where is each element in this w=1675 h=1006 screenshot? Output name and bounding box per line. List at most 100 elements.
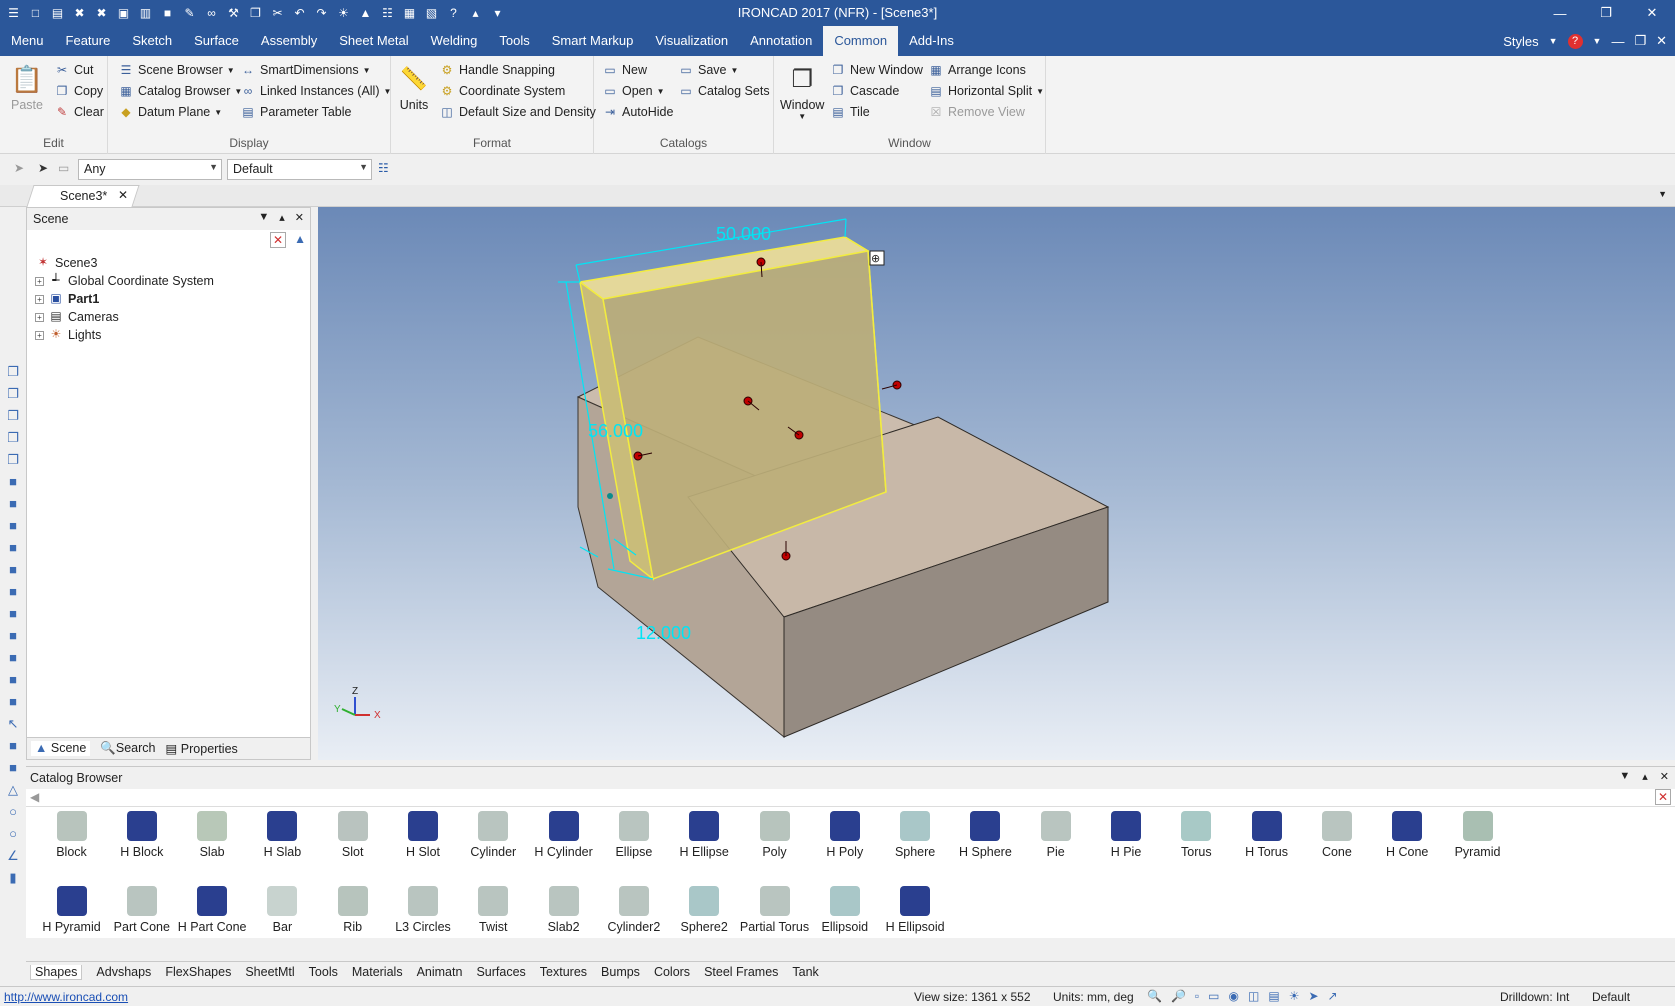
catalog-item[interactable]: H Ellipsoid (878, 886, 953, 934)
catalog-item[interactable]: Part Cone (104, 886, 179, 934)
catalog-item[interactable]: Pie (1018, 811, 1093, 859)
catalog-tab-animatn[interactable]: Animatn (417, 965, 463, 980)
default-select[interactable]: Default (1592, 990, 1630, 1004)
catalog-tab-textures[interactable]: Textures (540, 965, 587, 980)
close-tab-icon[interactable]: ✕ (118, 188, 128, 202)
coordinate-system-button[interactable]: ⚙ Coordinate System (439, 81, 566, 101)
tile-button[interactable]: ▤ Tile (830, 102, 869, 122)
minimize-icon[interactable]: — (1537, 0, 1583, 26)
catalog-item[interactable]: Partial Torus (737, 886, 812, 934)
left-tool-icon[interactable]: ■ (4, 474, 22, 492)
catalog-item[interactable]: Rib (315, 886, 390, 934)
tab-search[interactable]: 🔍Search (100, 741, 155, 756)
panel-menu-icon[interactable]: ▼ (258, 211, 269, 224)
catalog-tab-sheetmtl[interactable]: SheetMtl (245, 965, 294, 980)
arrange-icons-button[interactable]: ▦ Arrange Icons (928, 60, 1026, 80)
back-arrow-icon[interactable]: ◀ (30, 790, 39, 804)
pin-icon[interactable]: ▴ (279, 211, 285, 224)
parameter-table-button[interactable]: ▤ Parameter Table (240, 102, 351, 122)
left-tool-icon[interactable]: ■ (4, 672, 22, 690)
tree-node[interactable]: ✶ Scene3 (35, 254, 310, 272)
tab-add-ins[interactable]: Add-Ins (898, 26, 965, 56)
ironcad-link[interactable]: http://www.ironcad.com (4, 990, 128, 1004)
catalog-tab-surfaces[interactable]: Surfaces (476, 965, 525, 980)
style-select[interactable]: Default ▼ (227, 159, 372, 180)
left-tool-icon[interactable]: ○ (4, 826, 22, 844)
tab-welding[interactable]: Welding (420, 26, 489, 56)
catalog-item[interactable]: H Cone (1370, 811, 1445, 859)
tree-node[interactable]: + ▤ Cameras (35, 308, 310, 326)
catalog-item[interactable]: H Sphere (948, 811, 1023, 859)
cascade-button[interactable]: ❐ Cascade (830, 81, 900, 101)
scene-model-svg[interactable]: 50.000 56.000 12.000 ⊕ Z X Y (318, 207, 1675, 760)
catalog-item[interactable]: Cone (1299, 811, 1374, 859)
left-tool-icon[interactable]: ■ (4, 694, 22, 712)
dimension-depth[interactable]: 12.000 (636, 623, 691, 643)
catalog-item[interactable]: H Pie (1089, 811, 1164, 859)
catalog-item[interactable]: Block (34, 811, 109, 859)
minimize-doc-icon[interactable]: — (1611, 34, 1624, 49)
catalog-item[interactable]: Sphere (878, 811, 953, 859)
catalog-item[interactable]: L3 Circles (386, 886, 461, 934)
select-faces-icon[interactable]: ▭ (58, 161, 69, 175)
catalog-item[interactable]: Torus (1159, 811, 1234, 859)
catalog-item[interactable]: Twist (456, 886, 531, 934)
left-tool-icon[interactable]: ■ (4, 628, 22, 646)
smart-dimensions-button[interactable]: ↔ SmartDimensions ▼ (240, 60, 371, 80)
left-tool-icon[interactable]: ■ (4, 496, 22, 514)
catalog-item[interactable]: H Ellipse (667, 811, 742, 859)
tree-node[interactable]: + ▣ Part1 (35, 290, 310, 308)
catalog-item[interactable]: H Slot (386, 811, 461, 859)
tab-sketch[interactable]: Sketch (121, 26, 183, 56)
units-button[interactable]: 📏 Units (397, 60, 431, 112)
left-tool-icon[interactable]: ■ (4, 606, 22, 624)
tab-surface[interactable]: Surface (183, 26, 250, 56)
tab-smart-markup[interactable]: Smart Markup (541, 26, 645, 56)
catalog-sets-button[interactable]: ▭ Catalog Sets (678, 81, 769, 101)
tab-menu[interactable]: Menu (0, 26, 55, 56)
tab-scene[interactable]: ▲ Scene (31, 741, 91, 756)
catalog-item[interactable]: H Slab (245, 811, 320, 859)
tab-annotation[interactable]: Annotation (739, 26, 823, 56)
tab-sheet-metal[interactable]: Sheet Metal (328, 26, 419, 56)
panel-menu-icon[interactable]: ▼ (1619, 770, 1630, 783)
default-size-button[interactable]: ◫ Default Size and Density (439, 102, 596, 122)
catalog-item[interactable]: H Poly (807, 811, 882, 859)
tab-visualization[interactable]: Visualization (644, 26, 739, 56)
selection-filter-select[interactable]: Any ▼ (78, 159, 222, 180)
tree-node[interactable]: + ┵ Global Coordinate System (35, 272, 310, 290)
catalog-item[interactable]: H Pyramid (34, 886, 109, 934)
expand-icon[interactable]: + (35, 294, 44, 304)
catalog-item[interactable]: H Part Cone (175, 886, 250, 934)
dimension-height[interactable]: 56.000 (588, 421, 643, 441)
select-icon[interactable]: ➤ (1308, 989, 1318, 1003)
hierarchy-icon[interactable]: ☷ (378, 161, 389, 175)
catalog-open-button[interactable]: ▭ Open ▼ (602, 81, 664, 101)
catalog-tab-tools[interactable]: Tools (309, 965, 338, 980)
datum-plane-button[interactable]: ◆ Datum Plane ▼ (118, 102, 222, 122)
left-tool-icon[interactable]: ■ (4, 650, 22, 668)
close-icon[interactable]: ✕ (1629, 0, 1675, 26)
left-tool-icon[interactable]: △ (4, 782, 22, 800)
left-tool-icon[interactable]: ■ (4, 738, 22, 756)
clear-filter-icon[interactable]: ✕ (270, 232, 286, 248)
catalog-tab-steel-frames[interactable]: Steel Frames (704, 965, 778, 980)
copy-button[interactable]: ❐ Copy (54, 81, 104, 101)
orient-icon[interactable]: ◫ (1248, 989, 1259, 1003)
new-window-button[interactable]: ❐ New Window (830, 60, 923, 80)
catalog-item[interactable]: H Torus (1229, 811, 1304, 859)
catalog-item[interactable]: H Block (104, 811, 179, 859)
left-tool-icon[interactable]: ❐ (4, 386, 22, 404)
3d-viewport[interactable]: 50.000 56.000 12.000 ⊕ Z X Y (318, 207, 1675, 760)
left-tool-icon[interactable]: ▮ (4, 870, 22, 888)
close-doc-icon[interactable]: ✕ (1656, 33, 1667, 49)
left-tool-icon[interactable]: ■ (4, 518, 22, 536)
left-tool-icon[interactable]: ■ (4, 760, 22, 778)
panel-close-icon[interactable]: ✕ (1660, 770, 1669, 783)
light-icon[interactable]: ☀ (1289, 989, 1300, 1003)
panel-close-icon[interactable]: ✕ (295, 211, 304, 224)
left-tool-icon[interactable]: ∠ (4, 848, 22, 866)
left-tool-icon[interactable]: ○ (4, 804, 22, 822)
pointer-icon[interactable]: ↗ (1328, 989, 1338, 1003)
expand-icon[interactable]: + (35, 312, 44, 322)
